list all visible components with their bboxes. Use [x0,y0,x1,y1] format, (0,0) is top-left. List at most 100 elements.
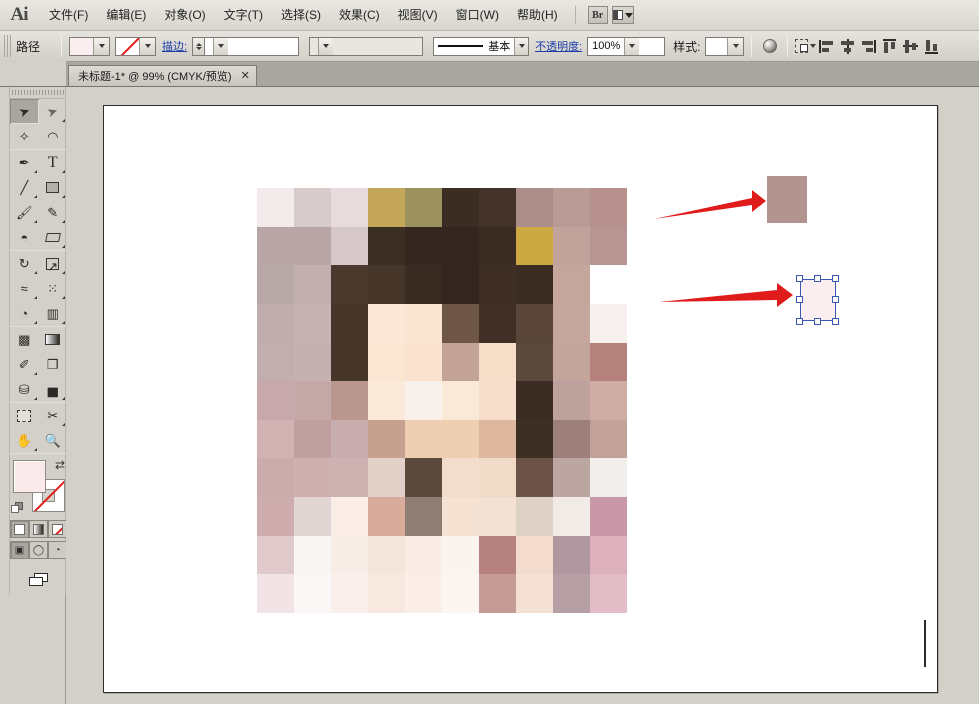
magic-wand-tool[interactable]: ✧ [10,124,39,149]
selection-handle-tl[interactable] [796,275,803,282]
menu-window[interactable]: 窗口(W) [448,4,507,26]
fill-swatch-control[interactable] [69,36,111,56]
selection-handle-tc[interactable] [814,275,821,282]
close-icon[interactable]: ✕ [241,70,250,82]
free-transform-tool[interactable]: ⁙ [39,276,68,301]
selection-handle-bl[interactable] [796,318,803,325]
none-mode-button[interactable] [48,520,67,538]
sampled-color-swatch[interactable] [767,176,807,223]
mosaic-cell-7-6 [479,458,516,498]
stroke-weight-label[interactable]: 描边: [162,38,187,54]
line-segment-tool[interactable]: ╱ [10,175,39,200]
selection-handle-mr[interactable] [832,296,839,303]
stroke-swatch[interactable] [116,37,141,55]
type-tool[interactable]: T [39,150,68,175]
stroke-weight-dropdown-button[interactable] [213,37,229,55]
graphic-style-control[interactable] [705,36,745,56]
eraser-tool[interactable] [39,225,68,250]
perspective-grid-tool[interactable]: ▥ [39,301,68,326]
stroke-weight-input[interactable] [204,36,300,56]
align-bottom-button[interactable] [921,36,942,57]
document-area[interactable] [66,87,979,704]
bridge-icon[interactable]: Br [587,6,608,24]
pixelated-image[interactable] [257,188,627,613]
pencil-tool[interactable]: ✎ [39,200,68,225]
fill-dropdown-button[interactable] [94,37,110,55]
gradient-tool[interactable] [39,327,68,352]
align-center-horizontal-icon [840,38,855,54]
menu-effect[interactable]: 效果(C) [331,4,388,26]
blob-brush-tool[interactable]: ◓ [10,225,39,250]
stroke-weight-stepper[interactable] [192,36,205,56]
fill-color-indicator[interactable] [13,460,46,493]
zoom-tool[interactable]: 🔍 [39,428,68,453]
symbol-sprayer-tool[interactable]: ⛁ [10,377,39,402]
menu-edit[interactable]: 编辑(E) [98,4,154,26]
graphic-style-dropdown-button[interactable] [728,37,744,55]
align-top-button[interactable] [879,36,900,57]
gradient-mode-button[interactable] [29,520,48,538]
stroke-dropdown-button[interactable] [140,37,156,55]
default-fill-stroke-icon[interactable] [11,502,23,514]
fullscreen-mode-button[interactable]: ◔ [48,541,67,559]
menu-view[interactable]: 视图(V) [390,4,446,26]
tools-panel-grip[interactable] [10,87,65,99]
menu-type[interactable]: 文字(T) [216,4,271,26]
menu-file[interactable]: 文件(F) [41,4,96,26]
width-tool[interactable]: ≈ [10,276,39,301]
opacity-label[interactable]: 不透明度: [535,38,582,54]
opacity-input[interactable]: 100% [587,36,666,56]
fill-swatch[interactable] [70,37,95,55]
brush-dropdown-button[interactable] [514,37,529,55]
artboard-tool[interactable] [10,403,39,428]
stroke-swatch-control[interactable] [115,36,157,56]
selected-object[interactable] [795,274,841,326]
align-left-button[interactable] [816,36,837,57]
mosaic-cell-3-3 [368,303,405,343]
direct-selection-tool[interactable]: ➤ [39,99,68,124]
stroke-profile-dropdown-button[interactable] [318,37,334,55]
shape-builder-tool[interactable]: ◔ [10,301,39,326]
paintbrush-tool[interactable]: 🖌 [10,200,39,225]
mesh-tool[interactable]: ▩ [10,327,39,352]
slice-tool[interactable]: ✂ [39,403,68,428]
stroke-profile-select[interactable] [309,36,424,56]
menu-object[interactable]: 对象(O) [156,4,213,26]
scale-tool[interactable]: ↗ [39,251,68,276]
control-bar-grip[interactable] [4,35,11,57]
fullscreen-menubar-mode-button[interactable]: ◯ [29,541,48,559]
hand-tool[interactable]: ✋ [10,428,39,453]
selection-tool[interactable]: ➤ [10,99,39,124]
swap-fill-stroke-icon[interactable]: ⇄ [55,458,65,472]
opacity-appearance-icon[interactable] [759,36,780,57]
change-screen-mode-area[interactable] [10,565,67,595]
align-center-horizontal-button[interactable] [837,36,858,57]
menu-help[interactable]: 帮助(H) [509,4,566,26]
selected-rectangle[interactable] [800,279,836,321]
align-center-vertical-button[interactable] [900,36,921,57]
mosaic-cell-4-0 [257,342,294,382]
artboard[interactable] [103,105,938,693]
align-right-button[interactable] [858,36,879,57]
document-tab[interactable]: 未标题-1* @ 99% (CMYK/预览) ✕ [68,65,257,86]
blend-tool[interactable]: ❐ [39,352,68,377]
eyedropper-tool[interactable]: ✐ [10,352,39,377]
selection-handle-tr[interactable] [832,275,839,282]
menu-select[interactable]: 选择(S) [273,4,329,26]
color-mode-button[interactable] [10,520,29,538]
column-graph-tool[interactable]: ▅ [39,377,68,402]
brush-definition-select[interactable]: 基本 [433,36,530,56]
normal-screen-mode-button[interactable]: ▣ [10,541,29,559]
graphic-style-swatch[interactable] [706,37,729,55]
pen-tool[interactable]: ✒ [10,150,39,175]
mosaic-cell-2-5 [442,265,479,304]
rotate-tool[interactable]: ↻ [10,251,39,276]
rectangle-tool[interactable] [39,175,68,200]
arrange-documents-icon[interactable] [611,6,634,24]
opacity-dropdown-button[interactable] [624,37,640,55]
lasso-tool[interactable]: ◠ [39,124,68,149]
selection-handle-ml[interactable] [796,296,803,303]
selection-handle-bc[interactable] [814,318,821,325]
selection-handle-br[interactable] [832,318,839,325]
transform-panel-button[interactable] [795,36,817,57]
